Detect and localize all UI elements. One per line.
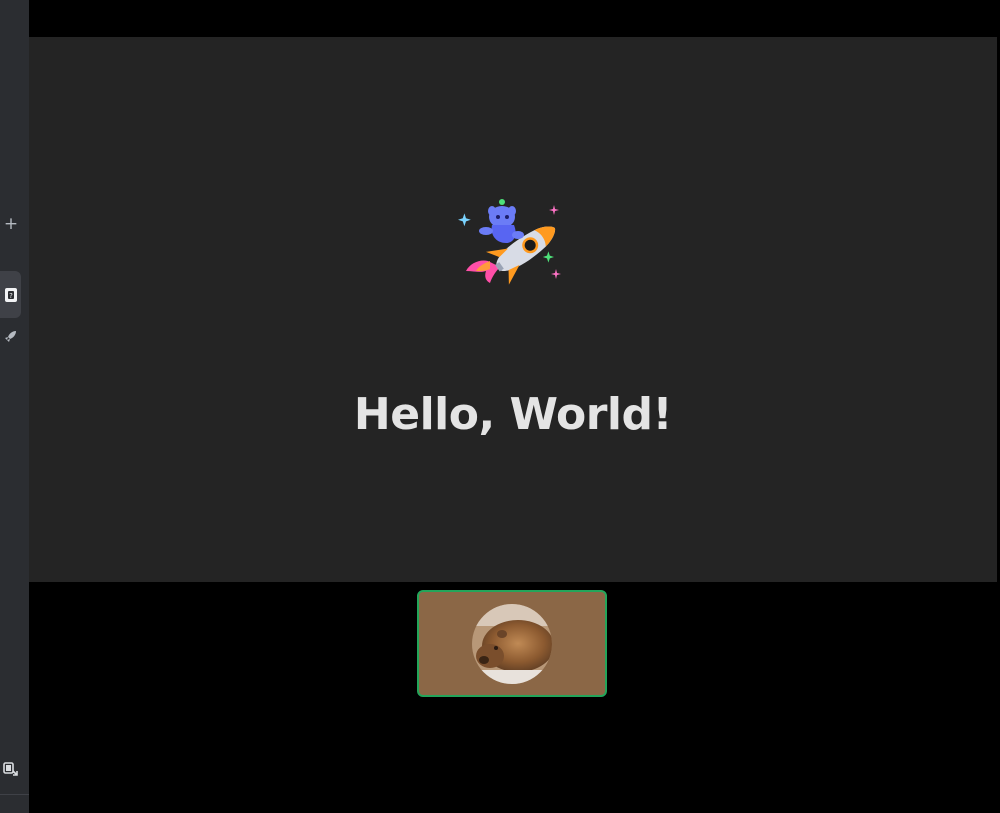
popout-icon [3, 762, 18, 776]
capybara-avatar [472, 603, 552, 684]
greeting-heading: Hello, World! [353, 389, 673, 440]
dice-icon: ? [4, 287, 17, 302]
top-bar [29, 0, 1000, 37]
plus-icon: + [3, 214, 19, 234]
add-activity-button[interactable]: + [0, 213, 22, 235]
participants-strip [29, 582, 1000, 813]
svg-text:?: ? [9, 292, 13, 300]
popout-button[interactable] [0, 756, 22, 782]
rail-divider [0, 794, 29, 795]
left-rail: + ? [0, 0, 29, 813]
activity-window: + ? Hello, World! [0, 0, 1000, 813]
participant-tile[interactable] [417, 590, 607, 697]
activity-button-active[interactable]: ? [0, 271, 21, 318]
wumpus-rocket-illustration [458, 199, 561, 285]
launch-activity-button[interactable] [0, 325, 22, 347]
rocket-icon [5, 331, 16, 342]
activity-stage: Hello, World! [29, 37, 997, 582]
